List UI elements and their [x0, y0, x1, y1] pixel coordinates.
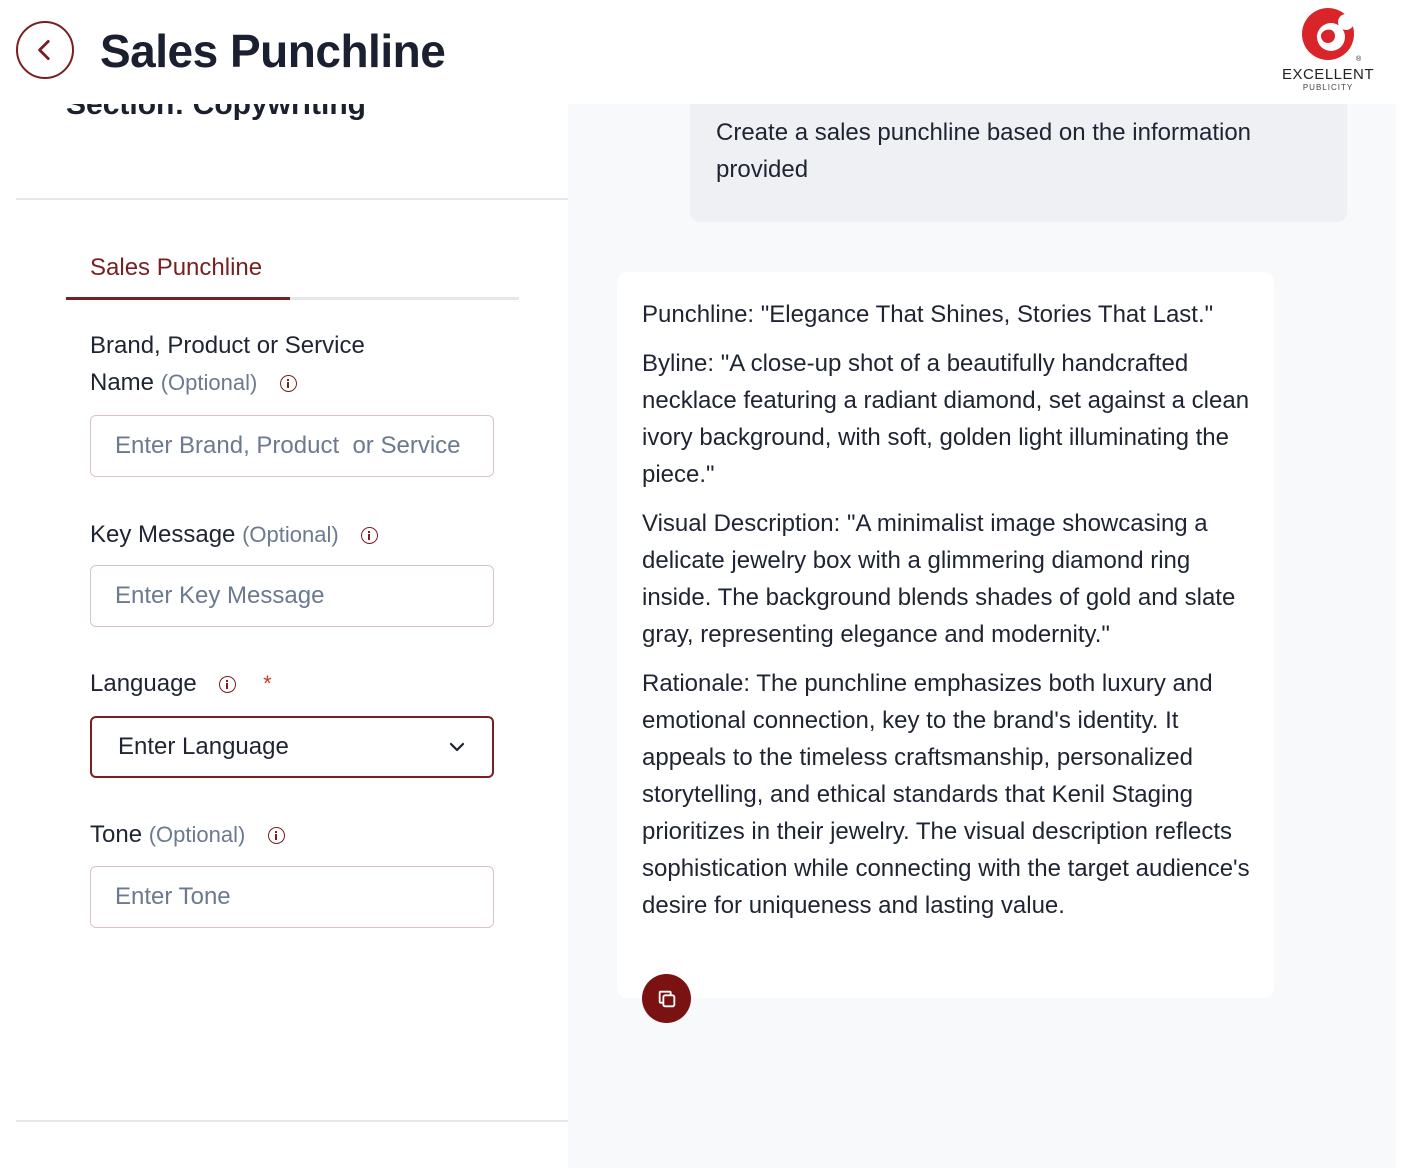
logo: ® EXCELLENT PUBLICITY	[1268, 6, 1388, 96]
language-select-value: Enter Language	[118, 733, 289, 760]
logo-name: EXCELLENT	[1281, 66, 1375, 83]
tone-label: Tone (Optional)	[90, 816, 285, 853]
divider	[16, 198, 568, 200]
brand-label: Brand, Product or Service Name (Optional…	[90, 327, 365, 401]
tab-active-indicator	[66, 297, 290, 300]
tab-sales-punchline[interactable]: Sales Punchline	[90, 254, 262, 282]
info-icon[interactable]	[361, 527, 379, 545]
info-icon[interactable]	[219, 676, 237, 694]
copy-icon	[658, 990, 675, 1007]
optional-tag: (Optional)	[148, 822, 246, 847]
tone-input[interactable]	[90, 866, 494, 928]
brand-label-line1: Brand, Product or Service	[90, 332, 365, 359]
result-card: Punchline: "Elegance That Shines, Storie…	[617, 272, 1274, 998]
page-header: Sales Punchline ® EXCELLENT PUBLICITY	[0, 0, 1420, 104]
back-button[interactable]	[16, 21, 74, 79]
prompt-message: Create a sales punchline based on the in…	[690, 104, 1347, 222]
info-icon[interactable]	[267, 827, 285, 845]
required-marker: *	[263, 671, 272, 696]
info-icon[interactable]	[279, 375, 297, 393]
chevron-left-icon	[38, 39, 50, 61]
divider	[16, 1120, 568, 1122]
key-message-label: Key Message (Optional)	[90, 516, 379, 553]
result-byline: Byline: "A close-up shot of a beautifull…	[642, 350, 1250, 488]
language-label: Language *	[90, 665, 272, 702]
tone-label-text: Tone	[90, 821, 143, 848]
copy-button[interactable]	[642, 974, 691, 1023]
logo-subtitle: PUBLICITY	[1302, 83, 1354, 92]
optional-tag: (Optional)	[242, 522, 339, 547]
page-title: Sales Punchline	[100, 25, 446, 77]
result-rationale: Rationale: The punchline emphasizes both…	[642, 670, 1250, 919]
chevron-down-icon	[449, 742, 465, 752]
result-punchline: Punchline: "Elegance That Shines, Storie…	[642, 301, 1214, 328]
brand-input[interactable]	[90, 415, 494, 477]
logo-swirl-icon	[1302, 8, 1354, 60]
key-message-input[interactable]	[90, 565, 494, 627]
language-select[interactable]: Enter Language	[90, 716, 494, 778]
optional-tag: (Optional)	[160, 370, 258, 395]
language-label-text: Language	[90, 670, 197, 697]
logo-registered: ®	[1356, 56, 1362, 63]
key-message-label-text: Key Message	[90, 521, 236, 548]
brand-label-line2: Name	[90, 369, 155, 396]
result-visual-description: Visual Description: "A minimalist image …	[642, 510, 1236, 648]
